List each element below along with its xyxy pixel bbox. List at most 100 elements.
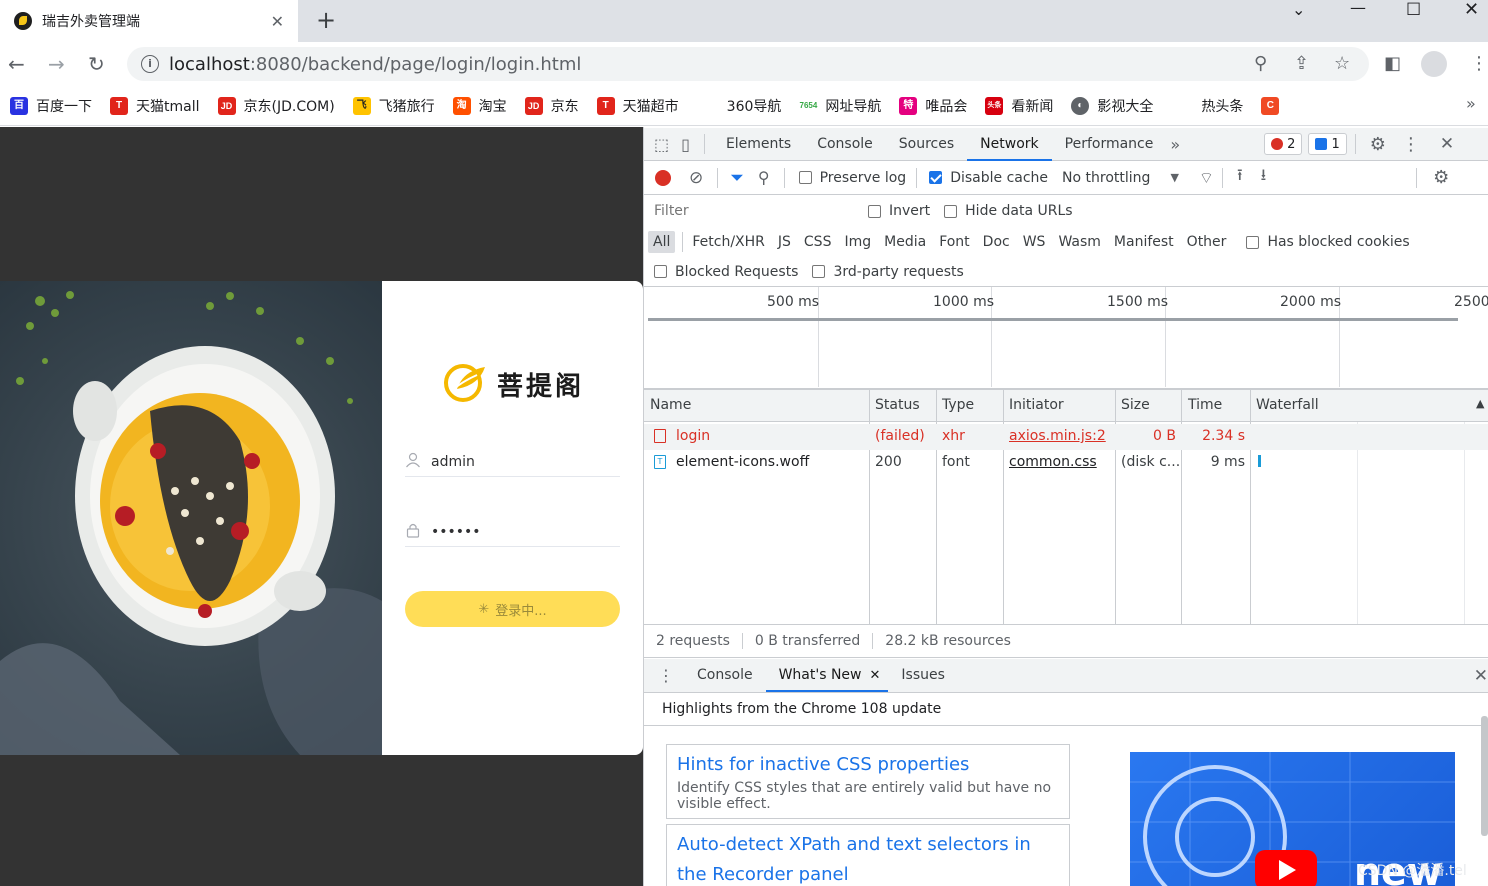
profile-avatar-icon[interactable] — [1421, 51, 1447, 77]
export-har-icon[interactable]: ⭳ — [1261, 164, 1267, 191]
bookmark-item[interactable]: T 天猫超市 — [596, 96, 679, 116]
blocked-requests-checkbox[interactable]: Blocked Requests — [654, 264, 798, 280]
bookmark-item[interactable]: 360导航 — [727, 96, 782, 116]
card-title[interactable]: Hints for inactive CSS properties — [677, 750, 1059, 780]
sort-ascending-icon[interactable]: ▲ — [1476, 397, 1484, 410]
bookmark-item[interactable]: 7654 网址导航 — [799, 96, 882, 116]
more-bookmarks-icon[interactable]: » — [1466, 94, 1476, 113]
device-toolbar-icon[interactable]: ▯ — [681, 135, 690, 154]
bookmark-item[interactable]: JD 京东 — [524, 96, 579, 116]
tab-console[interactable]: Console — [804, 128, 886, 161]
column-waterfall[interactable]: Waterfall — [1256, 397, 1319, 413]
type-manifest[interactable]: Manifest — [1109, 231, 1179, 253]
tab-close-icon[interactable]: ✕ — [271, 12, 284, 31]
bookmark-item[interactable]: 百百度一下 — [10, 96, 92, 116]
tab-performance[interactable]: Performance — [1052, 128, 1167, 161]
chevron-down-icon[interactable]: ▼ — [1170, 171, 1178, 184]
type-wasm[interactable]: Wasm — [1053, 231, 1105, 253]
browser-tab[interactable]: 瑞吉外卖管理端 ✕ — [0, 0, 298, 42]
column-size[interactable]: Size — [1121, 397, 1150, 413]
close-devtools-icon[interactable]: ✕ — [1440, 134, 1454, 154]
more-tabs-icon[interactable]: » — [1170, 135, 1180, 154]
card-title[interactable]: Auto-detect XPath and text selectors in … — [677, 830, 1059, 886]
bookmark-star-icon[interactable]: ☆ — [1334, 53, 1350, 74]
column-type[interactable]: Type — [942, 397, 974, 413]
close-tab-icon[interactable]: ✕ — [870, 668, 881, 683]
close-drawer-icon[interactable]: ✕ — [1474, 666, 1488, 686]
type-media[interactable]: Media — [879, 231, 931, 253]
type-js[interactable]: JS — [773, 231, 796, 253]
browser-menu-icon[interactable]: ⋮ — [1470, 53, 1488, 74]
request-initiator-link[interactable]: common.css — [1009, 454, 1097, 470]
bookmark-item[interactable]: JD 京东(JD.COM) — [217, 96, 335, 116]
whats-new-card[interactable]: Hints for inactive CSS properties Identi… — [666, 744, 1070, 819]
drawer-tab-whats-new[interactable]: What's New ✕ — [765, 659, 889, 692]
back-arrow-icon[interactable]: ← — [8, 52, 25, 76]
share-icon[interactable]: ⇪ — [1294, 53, 1309, 74]
column-name[interactable]: Name — [650, 397, 691, 413]
inspect-element-icon[interactable]: ⬚ — [654, 135, 669, 154]
site-info-icon[interactable]: i — [141, 55, 159, 73]
filter-funnel-icon[interactable]: ⏷ — [730, 168, 744, 188]
side-panel-icon[interactable]: ◧ — [1384, 53, 1401, 74]
drawer-scrollbar[interactable] — [1481, 716, 1488, 836]
has-blocked-cookies-checkbox[interactable]: Has blocked cookies — [1246, 234, 1410, 250]
type-css[interactable]: CSS — [799, 231, 837, 253]
minimize-window-icon[interactable]: — — [1350, 0, 1366, 17]
bookmark-item[interactable]: 淘淘宝 — [452, 96, 507, 116]
whats-new-card[interactable]: Auto-detect XPath and text selectors in … — [666, 824, 1070, 886]
table-row[interactable]: T element-icons.woff 200 font common.css… — [644, 450, 1488, 476]
reload-icon[interactable]: ↻ — [88, 52, 105, 76]
import-har-icon[interactable]: ⭱ — [1237, 164, 1243, 191]
column-initiator[interactable]: Initiator — [1009, 397, 1064, 413]
new-tab-button[interactable]: + — [316, 6, 336, 34]
record-icon[interactable] — [655, 169, 671, 186]
maximize-window-icon[interactable]: ☐ — [1406, 0, 1421, 20]
invert-checkbox[interactable]: Invert — [868, 203, 930, 219]
preserve-log-checkbox[interactable]: Preserve log — [798, 170, 906, 186]
forward-arrow-icon[interactable]: → — [48, 52, 65, 76]
bookmark-item[interactable]: C — [1261, 96, 1287, 115]
message-count-badge[interactable]: 1 — [1308, 133, 1347, 155]
address-bar[interactable]: i localhost:8080/backend/page/login/logi… — [127, 47, 1369, 81]
devtools-menu-icon[interactable]: ⋮ — [1402, 134, 1420, 155]
drawer-tab-console[interactable]: Console — [684, 659, 766, 692]
zoom-search-icon[interactable]: ⚲ — [1254, 53, 1267, 74]
password-field[interactable]: •••••• — [405, 517, 620, 547]
type-font[interactable]: Font — [934, 231, 974, 253]
table-row[interactable]: login (failed) xhr axios.min.js:2 0 B 2.… — [644, 424, 1488, 450]
tab-sources[interactable]: Sources — [886, 128, 967, 161]
close-window-icon[interactable]: ✕ — [1464, 0, 1479, 20]
type-other[interactable]: Other — [1182, 231, 1232, 253]
throttling-select[interactable]: No throttling — [1062, 170, 1150, 186]
bookmark-item[interactable]: 热头条 — [1201, 96, 1243, 116]
tab-network[interactable]: Network — [967, 128, 1053, 161]
network-settings-gear-icon[interactable]: ⚙ — [1433, 167, 1449, 188]
username-field[interactable]: admin — [405, 447, 620, 477]
drawer-tab-issues[interactable]: Issues — [888, 659, 958, 692]
request-initiator-link[interactable]: axios.min.js:2 — [1009, 428, 1106, 444]
tab-search-chevron-icon[interactable]: ⌄ — [1292, 0, 1305, 19]
type-doc[interactable]: Doc — [978, 231, 1015, 253]
search-icon[interactable]: ⚲ — [758, 168, 770, 187]
type-ws[interactable]: WS — [1018, 231, 1051, 253]
settings-gear-icon[interactable]: ⚙ — [1370, 134, 1386, 155]
error-count-badge[interactable]: 2 — [1264, 133, 1303, 155]
bookmark-item[interactable]: 特唯品会 — [899, 96, 967, 116]
type-img[interactable]: Img — [839, 231, 876, 253]
bookmark-item[interactable]: 飞飞猪旅行 — [352, 96, 435, 116]
filter-input[interactable] — [648, 200, 852, 222]
clear-icon[interactable]: ⊘ — [689, 168, 703, 188]
network-conditions-wifi-icon[interactable]: ⌔ — [1199, 168, 1214, 188]
type-fetch-xhr[interactable]: Fetch/XHR — [687, 231, 770, 253]
bookmark-item[interactable]: 头条 看新闻 — [985, 96, 1053, 116]
login-button[interactable]: ✳ 登录中... — [405, 591, 620, 627]
column-time[interactable]: Time — [1188, 397, 1222, 413]
column-status[interactable]: Status — [875, 397, 920, 413]
tab-elements[interactable]: Elements — [713, 128, 804, 161]
type-all[interactable]: All — [648, 231, 676, 253]
bookmark-item[interactable]: T 天猫tmall — [110, 96, 200, 116]
drawer-menu-icon[interactable]: ⋮ — [658, 666, 674, 685]
third-party-requests-checkbox[interactable]: 3rd-party requests — [812, 264, 964, 280]
hide-data-urls-checkbox[interactable]: Hide data URLs — [944, 203, 1073, 219]
